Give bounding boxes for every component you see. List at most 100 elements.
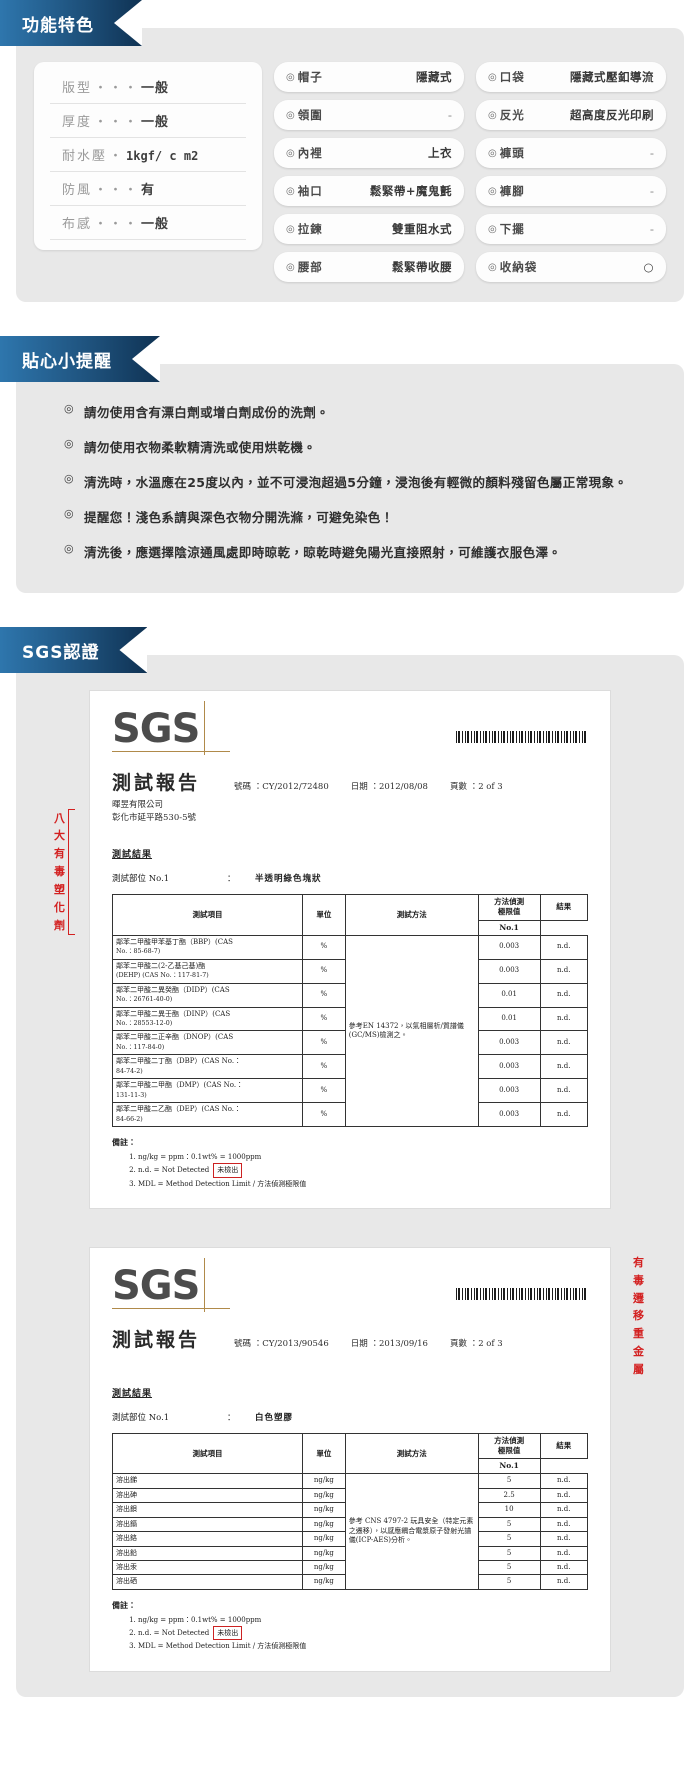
meta-report-number: 號碼 ：CY/2013/90546 xyxy=(234,1338,329,1349)
ribbon-notch-icon xyxy=(114,0,142,46)
certificate-body: SGS 測試報告 號碼 ：CY/2012/72480 日期 ：2012/08/0… xyxy=(112,701,588,1190)
th-method: 測試方法 xyxy=(344,894,479,936)
feature-value: 雙重阻水式 xyxy=(392,222,452,236)
features-ribbon: 功能特色 xyxy=(0,0,700,46)
cell-result: n.d. xyxy=(539,1473,588,1489)
test-results-table: 測試項目 單位 測試方法 方法偵測 極限值 結果 No.1 xyxy=(112,1432,588,1590)
cell-result: n.d. xyxy=(539,1487,588,1504)
ring-icon: ◎ xyxy=(64,472,74,485)
certificate-wrapper: 有 毒 遷 移 重 金 屬 SGS 測試報告 號碼 ：CY/2013/90546… xyxy=(90,1247,644,1671)
feature-value: 鬆緊帶+魔鬼氈 xyxy=(369,184,452,198)
ring-icon: ◎ xyxy=(64,542,74,555)
ring-icon: ◎ xyxy=(286,71,296,83)
remark-item: MDL = Method Detection Limit / 方法偵測極限值 xyxy=(138,1178,588,1190)
sgs-logo: SGS xyxy=(112,701,206,755)
feature-column-1: ◎ 帽子 隱藏式 ◎ 領圍 - ◎ 內裡 上衣 ◎ 袖口 鬆緊帶+魔鬼氈 ◎ 拉… xyxy=(274,62,464,282)
cell-unit: % xyxy=(302,958,346,984)
feature-label: 領圍 xyxy=(297,108,323,122)
th-result: 結果 xyxy=(539,1432,588,1460)
cell-result: n.d. xyxy=(539,1078,588,1104)
certificate-wrapper: 八 大 有 毒 塑 化 劑 SGS 測試報告 號碼 ：CY/2012/72480… xyxy=(54,691,610,1208)
ring-icon: ◎ xyxy=(488,261,498,273)
remark-item: n.d. = Not Detected未檢出 xyxy=(138,1626,588,1641)
cell-result: n.d. xyxy=(539,1054,588,1080)
cell-limit: 0.003 xyxy=(477,1054,541,1080)
remark-item: ng/kg = ppm：0.1wt% = 1000ppm xyxy=(138,1151,588,1163)
feature-item: ◎ 褲腳 - xyxy=(476,176,666,206)
cell-item: 鄰苯二甲酸二乙酯（DEP）(CAS No.： 84-66-2) xyxy=(112,1102,303,1128)
table-header-row: 測試項目 單位 測試方法 方法偵測 極限值 結果 xyxy=(112,1432,588,1475)
th-unit: 單位 xyxy=(302,894,346,936)
cell-item: 溶出鉻 xyxy=(112,1531,303,1547)
cell-limit: 0.003 xyxy=(477,958,541,984)
remark-item: n.d. = Not Detected未檢出 xyxy=(138,1163,588,1178)
cell-unit: % xyxy=(302,982,346,1008)
cell-limit: 10 xyxy=(477,1502,541,1518)
feature-item: ◎ 袖口 鬆緊帶+魔鬼氈 xyxy=(274,176,464,206)
cell-unit: ng/kg xyxy=(302,1574,346,1590)
ring-icon: ◎ xyxy=(488,71,498,83)
tip-text: 清洗時，水溫應在25度以內，並不可浸泡超過5分鐘，浸泡後有輕微的顏料殘留色屬正常… xyxy=(84,475,628,490)
table-row: 溶出銻 ng/kg 參考 CNS 4797-2 玩具安全（特定元素之遷移），以感… xyxy=(112,1473,588,1590)
feature-column-2: ◎ 口袋 隱藏式壓釦導流 ◎ 反光 超高度反光印刷 ◎ 褲頭 - ◎ 褲腳 - … xyxy=(476,62,666,282)
remark-item: ng/kg = ppm：0.1wt% = 1000ppm xyxy=(138,1614,588,1626)
spec-label: 布感 xyxy=(62,217,93,232)
feature-label: 下擺 xyxy=(499,222,525,236)
cell-limit: 5 xyxy=(477,1545,541,1561)
certificate-title: 測試報告 xyxy=(112,772,201,794)
annotation-left-text: 八 大 有 毒 塑 化 劑 xyxy=(54,810,65,935)
feature-name-group: ◎ 褲頭 xyxy=(488,145,525,161)
cell-item: 溶出汞 xyxy=(112,1559,303,1576)
cell-result: n.d. xyxy=(539,1574,588,1590)
company-name: 暉昱有限公司 xyxy=(112,800,164,810)
tip-item: ◎ 清洗時，水溫應在25度以內，並不可浸泡超過5分鐘，浸泡後有輕微的顏料殘留色屬… xyxy=(34,464,666,499)
ring-icon: ◎ xyxy=(286,147,296,159)
cell-unit: ng/kg xyxy=(302,1545,346,1561)
ring-icon: ◎ xyxy=(488,223,498,235)
feature-label: 反光 xyxy=(499,108,525,122)
cell-result: n.d. xyxy=(539,1545,588,1561)
tip-text: 請勿使用衣物柔軟精清洗或使用烘乾機。 xyxy=(84,440,317,455)
feature-label: 袖口 xyxy=(297,184,323,198)
sgs-ribbon-body: SGS認證 xyxy=(0,627,148,673)
sample-colon: ： xyxy=(227,874,236,885)
feature-value: - xyxy=(649,184,654,198)
feature-value: - xyxy=(447,108,452,122)
th-limit: 方法偵測 極限值 xyxy=(477,894,541,921)
th-item: 測試項目 xyxy=(112,894,303,936)
cell-item: 鄰苯二甲酸二甲酯（DMP）(CAS No.： 131-11-3) xyxy=(112,1078,303,1104)
annotation-char: 塑 xyxy=(54,882,65,896)
sample-value: 半透明綠色塊狀 xyxy=(255,874,322,885)
sample-value: 白色塑膠 xyxy=(255,1412,294,1423)
cell-unit: ng/kg xyxy=(302,1516,346,1533)
feature-label: 褲腳 xyxy=(499,184,525,198)
annotation-right-text: 有 毒 遷 移 重 金 屬 xyxy=(633,1254,644,1379)
spec-row: 布感 ・・・ 一般 xyxy=(50,206,246,240)
certificate-meta: 號碼 ：CY/2012/72480 日期 ：2012/08/08 頁數 ：2 o… xyxy=(234,780,503,795)
feature-label: 收納袋 xyxy=(499,260,538,274)
tip-text: 請勿使用含有漂白劑或增白劑成份的洗劑。 xyxy=(84,405,330,420)
cell-method: 參考 CNS 4797-2 玩具安全（特定元素之遷移），以感應耦合電漿原子發射光… xyxy=(344,1473,479,1590)
spec-dots: ・・・ xyxy=(94,81,140,96)
table-header-row: 測試項目 單位 測試方法 方法偵測 極限值 結果 xyxy=(112,894,588,936)
cell-item: 鄰苯二甲酸二(2-乙基己基)酯 (DEHP) (CAS No.：117-81-7) xyxy=(112,958,303,984)
feature-value: 鬆緊帶收腰 xyxy=(392,260,452,274)
tip-item: ◎ 請勿使用含有漂白劑或增白劑成份的洗劑。 xyxy=(34,394,666,429)
feature-label: 口袋 xyxy=(499,70,525,84)
cell-item: 溶出砷 xyxy=(112,1487,303,1504)
cell-result: n.d. xyxy=(539,1516,588,1533)
annotation-char: 大 xyxy=(54,829,65,843)
ring-icon: ◎ xyxy=(64,507,74,520)
ring-icon: ◎ xyxy=(488,147,498,159)
annotation-char: 八 xyxy=(54,811,65,825)
cell-item: 鄰苯二甲酸二異癸酯（DIDP）(CAS No.：26761-40-0) xyxy=(112,982,303,1008)
feature-name-group: ◎ 褲腳 xyxy=(488,183,525,199)
spec-label: 厚度 xyxy=(62,115,93,130)
feature-name-group: ◎ 反光 xyxy=(488,107,525,123)
sample-colon: ： xyxy=(227,1412,236,1423)
feature-name-group: ◎ 帽子 xyxy=(286,69,323,85)
feature-item: ◎ 褲頭 - xyxy=(476,138,666,168)
cell-unit: ng/kg xyxy=(302,1473,346,1489)
remarks-block: 備註： ng/kg = ppm：0.1wt% = 1000ppm n.d. = … xyxy=(112,1600,588,1653)
